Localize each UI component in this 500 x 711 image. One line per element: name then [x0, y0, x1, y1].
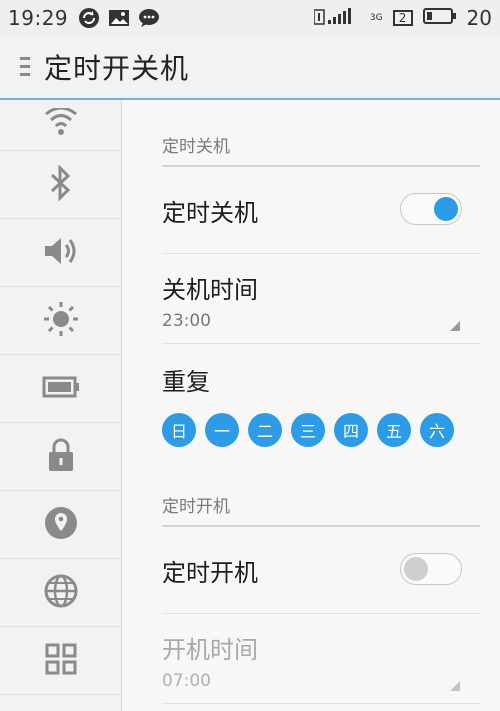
dropdown-triangle-icon: [450, 321, 460, 331]
power-off-label: 定时关机: [162, 199, 258, 227]
power-on-time-label: 开机时间: [162, 636, 258, 664]
main-content: 定时关机 定时关机 关机时间 23:00 重复 日 一 二 三 四 五 六 定时…: [122, 100, 500, 711]
status-time: 19:29: [8, 6, 69, 30]
bluetooth-icon: [48, 163, 74, 205]
sidebar-item-location[interactable]: [0, 491, 121, 559]
globe-icon: [43, 573, 79, 613]
location-icon: [44, 506, 78, 544]
battery-level: 20: [466, 6, 492, 30]
day-monday[interactable]: 一: [205, 413, 239, 447]
lock-icon: [46, 437, 76, 477]
power-off-toggle[interactable]: [400, 192, 462, 225]
sidebar-item-battery[interactable]: [0, 355, 121, 423]
sidebar-item-volume[interactable]: [0, 219, 121, 287]
day-sunday[interactable]: 日: [162, 413, 196, 447]
power-on-time-row[interactable]: 开机时间 07:00: [162, 614, 480, 704]
power-off-time-row[interactable]: 关机时间 23:00: [162, 254, 480, 344]
chat-icon: [138, 7, 160, 29]
app-bar: 定时开关机: [0, 36, 500, 100]
battery-icon: [422, 7, 457, 29]
day-thursday[interactable]: 四: [334, 413, 368, 447]
sync-icon: [78, 7, 100, 29]
section-header-power-off: 定时关机: [162, 132, 480, 167]
sidebar-item-lock[interactable]: [0, 423, 121, 491]
power-on-toggle[interactable]: [400, 552, 462, 585]
day-saturday[interactable]: 六: [420, 413, 454, 447]
sidebar: [0, 100, 122, 711]
battery-icon: [42, 376, 80, 402]
volume-icon: [43, 235, 79, 271]
day-friday[interactable]: 五: [377, 413, 411, 447]
sidebar-item-brightness[interactable]: [0, 287, 121, 355]
day-tuesday[interactable]: 二: [248, 413, 282, 447]
status-bar: 19:29 3G 2 20: [0, 0, 500, 36]
menu-icon[interactable]: [10, 47, 40, 87]
repeat-label: 重复: [162, 368, 210, 396]
sim-icon: 2: [392, 10, 413, 26]
sidebar-item-apps[interactable]: [0, 627, 121, 695]
section-header-power-on: 定时开机: [162, 492, 480, 527]
power-on-time-value: 07:00: [162, 671, 211, 691]
wifi-icon: [43, 106, 79, 142]
toggle-knob: [434, 196, 458, 221]
sidebar-item-language[interactable]: [0, 559, 121, 627]
toggle-knob: [404, 556, 428, 581]
power-off-time-label: 关机时间: [162, 276, 258, 304]
power-off-time-value: 23:00: [162, 311, 211, 331]
signal-icon: [313, 6, 370, 30]
sidebar-item-wifi[interactable]: [0, 100, 121, 151]
repeat-row: 重复 日 一 二 三 四 五 六: [162, 344, 480, 456]
page-title: 定时开关机: [44, 52, 190, 85]
day-wednesday[interactable]: 三: [291, 413, 325, 447]
sidebar-item-bluetooth[interactable]: [0, 151, 121, 219]
network-type: 3G: [369, 13, 383, 23]
image-icon: [108, 7, 130, 29]
power-off-toggle-row[interactable]: 定时关机: [162, 164, 480, 254]
dropdown-triangle-icon: [450, 681, 460, 691]
power-on-label: 定时开机: [162, 559, 258, 587]
weekday-selector: 日 一 二 三 四 五 六: [162, 413, 454, 447]
power-on-toggle-row[interactable]: 定时开机: [162, 524, 480, 614]
apps-grid-icon: [45, 643, 77, 679]
brightness-icon: [43, 301, 79, 341]
